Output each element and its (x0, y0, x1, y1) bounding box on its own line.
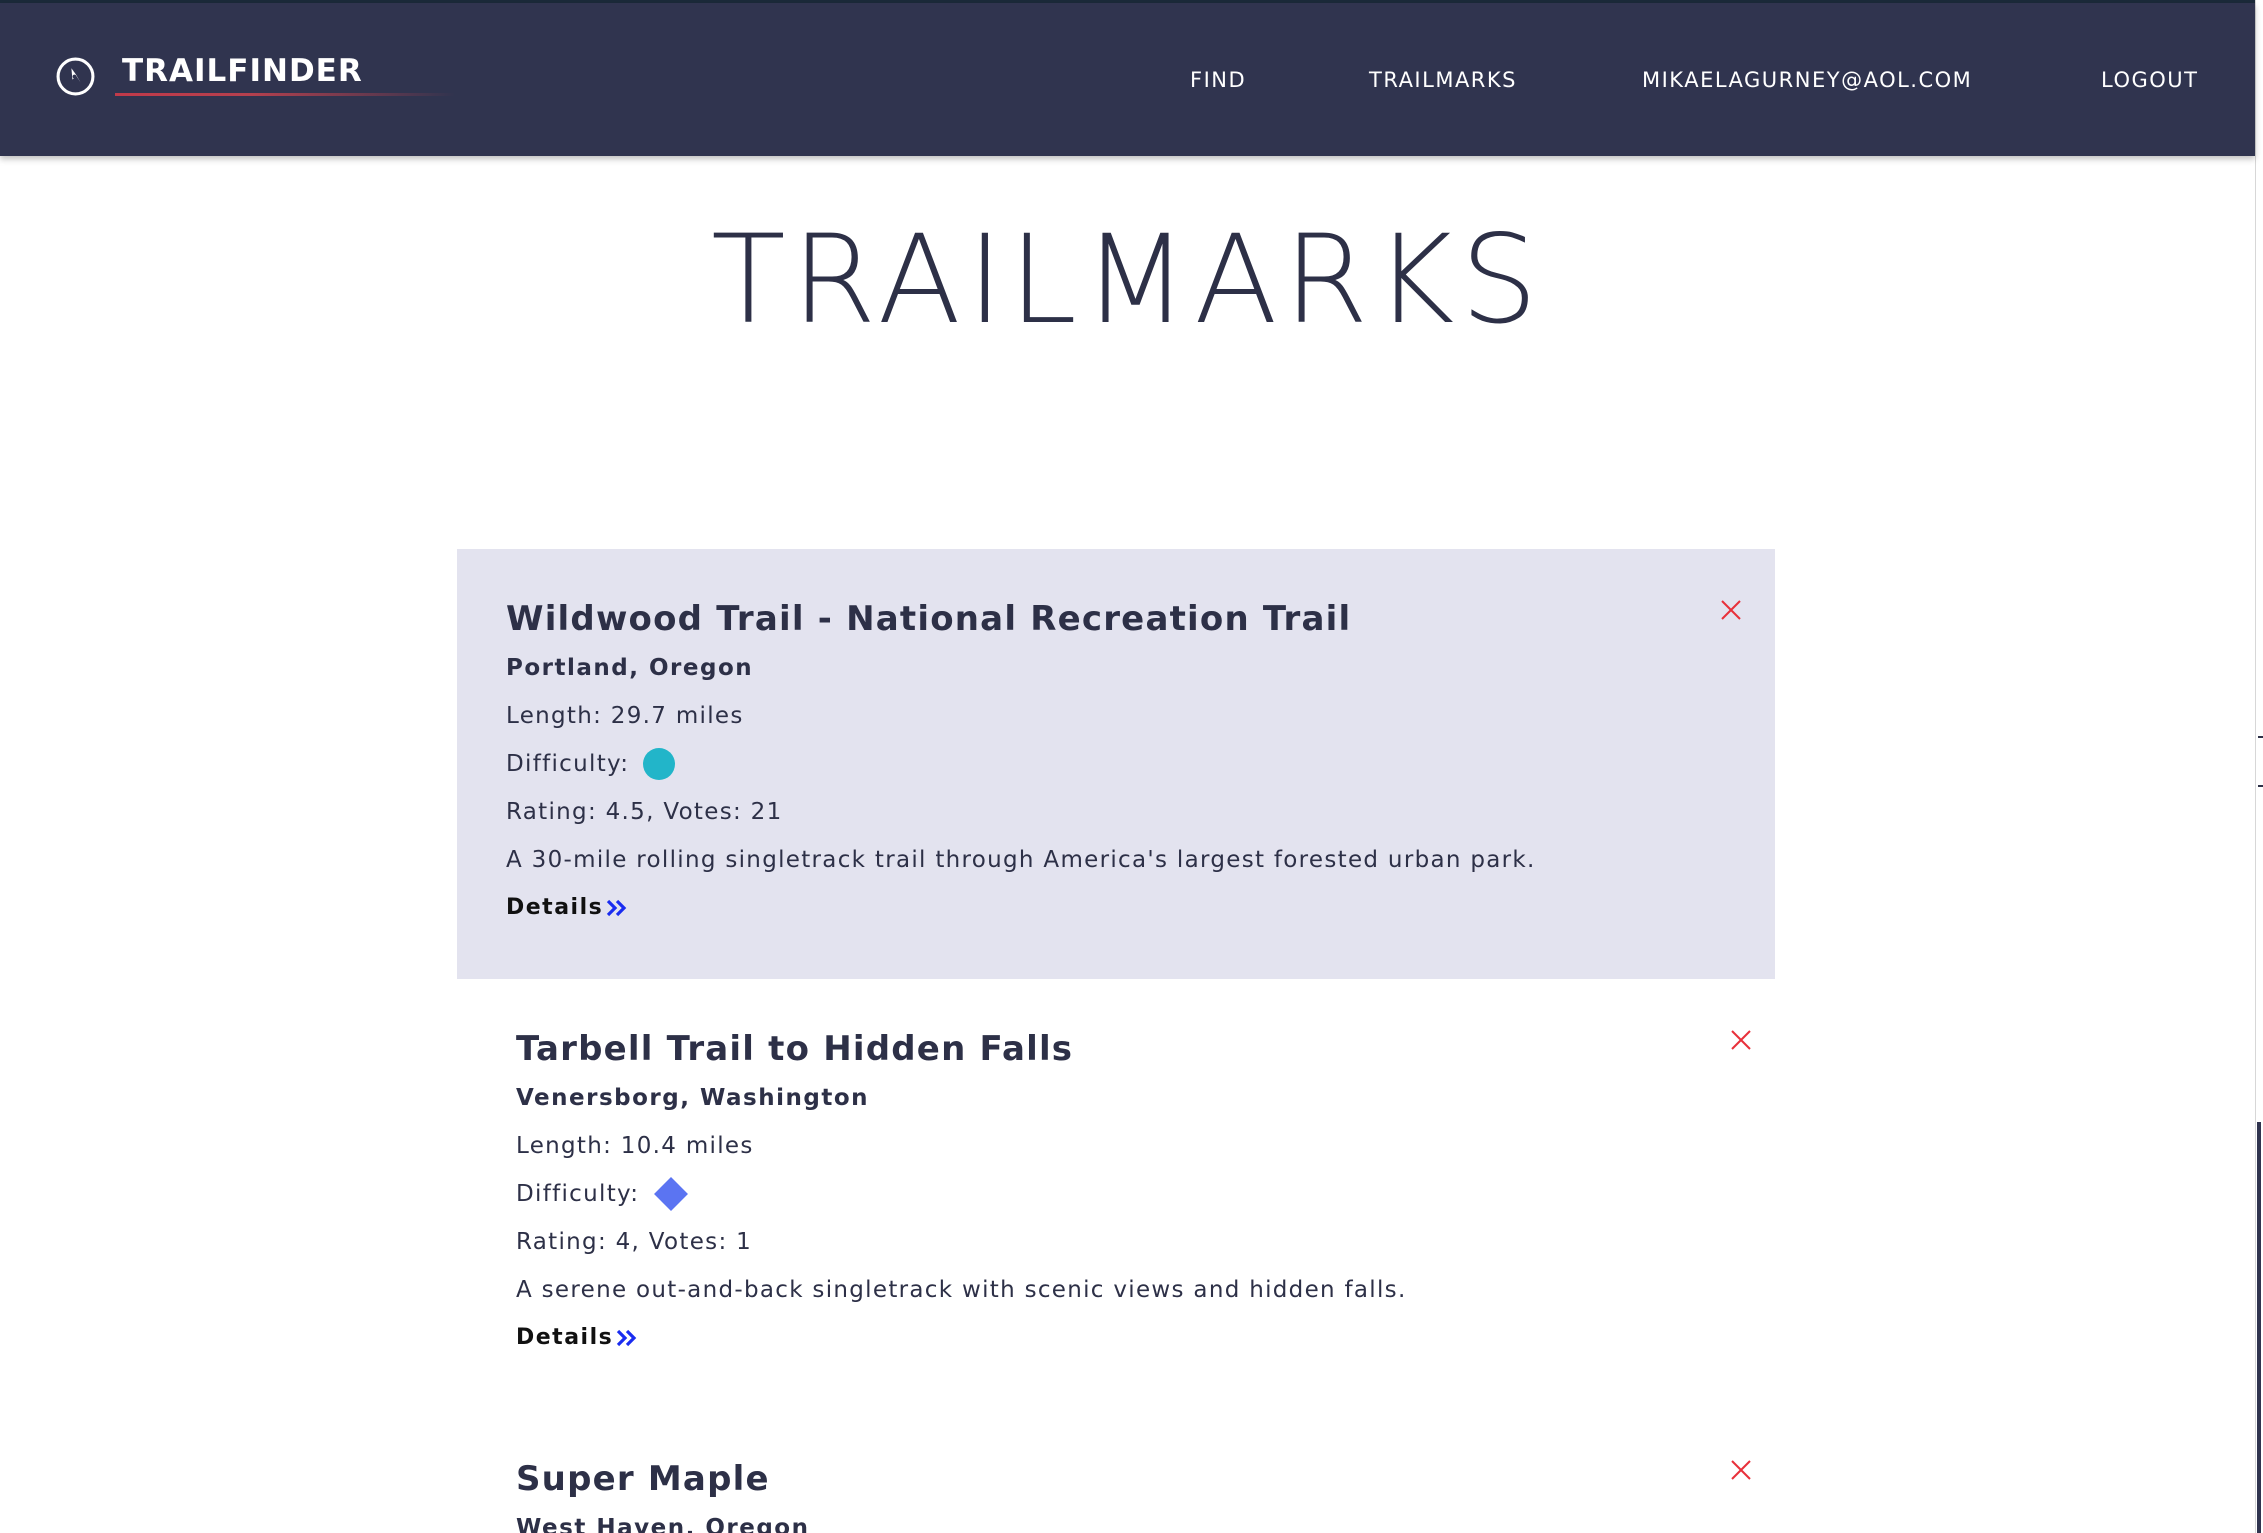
remove-trailmark-close-icon[interactable] (1729, 1028, 1753, 1052)
compass-icon (56, 57, 95, 95)
scrollbar-mark (2258, 736, 2263, 738)
trail-location: Portland, Oregon (506, 655, 754, 681)
trail-rating: Rating: 4.5, Votes: 21 (506, 799, 783, 825)
app-name: TRAILFINDER (122, 53, 363, 89)
top-navbar: TRAILFINDER FIND TRAILMARKS MIKAELAGURNE… (0, 3, 2255, 156)
details-label: Details (516, 1325, 614, 1350)
details-link[interactable]: Details (516, 1321, 1407, 1355)
difficulty-label: Difficulty: (506, 751, 630, 777)
trail-location: Venersborg, Washington (516, 1085, 869, 1111)
trail-difficulty: Difficulty: (506, 747, 1536, 781)
nav-user-email[interactable]: MIKAELAGURNEY@AOL.COM (1642, 65, 1972, 95)
brand[interactable]: TRAILFINDER (55, 51, 455, 101)
details-label: Details (506, 895, 604, 920)
nav-logout[interactable]: LOGOUT (2101, 65, 2198, 95)
brand-underline (115, 93, 455, 96)
trail-name: Tarbell Trail to Hidden Falls (516, 1029, 1074, 1069)
trail-card: Super Maple West Haven, Oregon (457, 1409, 1775, 1533)
details-link[interactable]: Details (506, 891, 1536, 925)
page-title: TRAILMARKS (711, 209, 1544, 351)
trail-summary: A serene out-and-back singletrack with s… (516, 1277, 1407, 1303)
double-chevron-right-icon (607, 899, 627, 917)
remove-trailmark-close-icon[interactable] (1719, 598, 1743, 622)
double-chevron-right-icon (617, 1329, 637, 1347)
trail-card: Wildwood Trail - National Recreation Tra… (457, 549, 1775, 979)
teal-circle-icon (643, 748, 676, 780)
scrollbar-thumb[interactable] (2257, 1122, 2261, 1533)
trail-name: Wildwood Trail - National Recreation Tra… (506, 599, 1352, 639)
nav-find[interactable]: FIND (1190, 65, 1246, 95)
blue-diamond-icon (654, 1177, 689, 1211)
page: TRAILFINDER FIND TRAILMARKS MIKAELAGURNE… (0, 0, 2263, 1533)
trail-length: Length: 10.4 miles (516, 1133, 754, 1159)
trail-name: Super Maple (516, 1459, 770, 1499)
remove-trailmark-close-icon[interactable] (1729, 1458, 1753, 1482)
trail-difficulty: Difficulty: (516, 1177, 1407, 1211)
trail-rating: Rating: 4, Votes: 1 (516, 1229, 753, 1255)
difficulty-label: Difficulty: (516, 1181, 640, 1207)
trail-card: Tarbell Trail to Hidden Falls Venersborg… (457, 979, 1775, 1409)
nav-trailmarks[interactable]: TRAILMARKS (1369, 65, 1517, 95)
trail-length: Length: 29.7 miles (506, 703, 744, 729)
trail-location: West Haven, Oregon (516, 1515, 810, 1533)
scrollbar-mark (2258, 785, 2263, 787)
trail-summary: A 30-mile rolling singletrack trail thro… (506, 847, 1536, 873)
